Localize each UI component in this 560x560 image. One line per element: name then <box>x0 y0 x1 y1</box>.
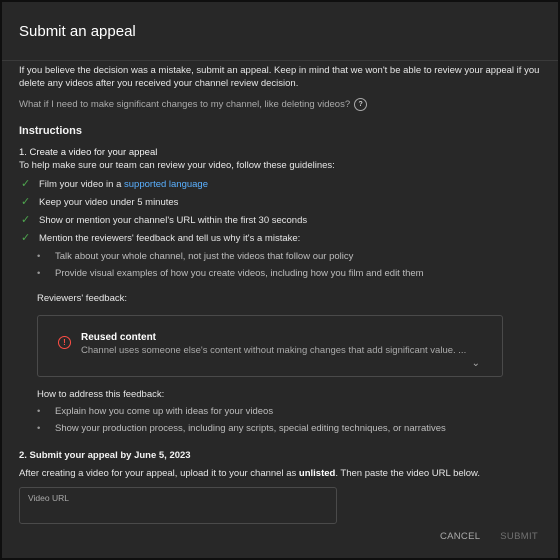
step2-title: 2. Submit your appeal by June 5, 2023 <box>19 450 191 461</box>
how-bullets: • Explain how you come up with ideas for… <box>37 405 542 439</box>
list-item: • Show your production process, includin… <box>37 422 542 439</box>
list-item: • Talk about your whole channel, not jus… <box>37 250 542 267</box>
video-url-input[interactable]: Video URL <box>19 487 337 524</box>
faq-link[interactable]: What if I need to make significant chang… <box>19 98 542 111</box>
checkmark-icon: ✓ <box>21 178 31 190</box>
faq-text[interactable]: What if I need to make significant chang… <box>19 98 350 111</box>
guideline-text: Keep your video under 5 minutes <box>39 197 179 208</box>
reviewers-feedback-label: Reviewers' feedback: <box>37 293 127 304</box>
supported-language-link[interactable]: supported language <box>124 179 208 190</box>
instructions-heading: Instructions <box>19 125 82 137</box>
checkmark-icon: ✓ <box>21 232 31 244</box>
step2-text-bold: unlisted <box>298 468 336 479</box>
bullet-text: Talk about your whole channel, not just … <box>55 251 354 262</box>
dialog-title: Submit an appeal <box>19 22 136 40</box>
step2-text-before: After creating a video for your appeal, … <box>19 468 299 479</box>
bullet-icon: • <box>37 406 41 417</box>
how-to-address-label: How to address this feedback: <box>37 389 165 400</box>
step1-title: 1. Create a video for your appeal <box>19 147 158 158</box>
cancel-button[interactable]: CANCEL <box>440 531 480 542</box>
chevron-down-icon[interactable]: ⌄ <box>472 357 480 370</box>
intro-text: If you believe the decision was a mistak… <box>19 65 540 89</box>
checkmark-icon: ✓ <box>21 196 31 208</box>
guideline-item: ✓ Film your video in a supported languag… <box>19 178 542 196</box>
bullet-text: Show your production process, including … <box>55 423 446 434</box>
list-item: • Provide visual examples of how you cre… <box>37 267 542 284</box>
step2-text: After creating a video for your appeal, … <box>19 467 542 480</box>
dialog-header: Submit an appeal <box>2 2 558 61</box>
bullet-icon: • <box>37 268 41 279</box>
submit-button[interactable]: SUBMIT <box>500 531 538 542</box>
bullet-icon: • <box>37 251 41 262</box>
feedback-title: Reused content <box>81 332 157 343</box>
video-url-placeholder: Video URL <box>28 493 69 503</box>
feedback-text: Channel uses someone else's content with… <box>81 345 467 356</box>
step2-text-after: . Then paste the video URL below. <box>335 468 481 479</box>
guideline-item: ✓ Show or mention your channel's URL wit… <box>19 214 542 232</box>
feedback-card[interactable]: ! Reused content Channel uses someone el… <box>37 315 503 377</box>
mention-bullets: • Talk about your whole channel, not jus… <box>37 250 542 284</box>
guidelines-list: ✓ Film your video in a supported languag… <box>19 178 542 284</box>
guideline-text: Film your video in a <box>39 179 125 190</box>
guideline-text: Mention the reviewers' feedback and tell… <box>39 233 301 244</box>
guideline-item: ✓ Mention the reviewers' feedback and te… <box>19 232 542 250</box>
dialog-actions: CANCEL SUBMIT <box>440 531 538 542</box>
step1-subtitle: To help make sure our team can review yo… <box>19 160 335 171</box>
appeal-dialog: Submit an appeal If you believe the deci… <box>0 0 560 560</box>
bullet-text: Explain how you come up with ideas for y… <box>55 406 274 417</box>
error-icon: ! <box>58 336 71 349</box>
checkmark-icon: ✓ <box>21 214 31 226</box>
dialog-content: If you believe the decision was a mistak… <box>19 64 542 524</box>
list-item: • Explain how you come up with ideas for… <box>37 405 542 422</box>
help-icon[interactable]: ? <box>354 98 368 111</box>
guideline-text: Show or mention your channel's URL withi… <box>39 215 308 226</box>
bullet-text: Provide visual examples of how you creat… <box>55 268 424 279</box>
bullet-icon: • <box>37 423 41 434</box>
guideline-item: ✓ Keep your video under 5 minutes <box>19 196 542 214</box>
